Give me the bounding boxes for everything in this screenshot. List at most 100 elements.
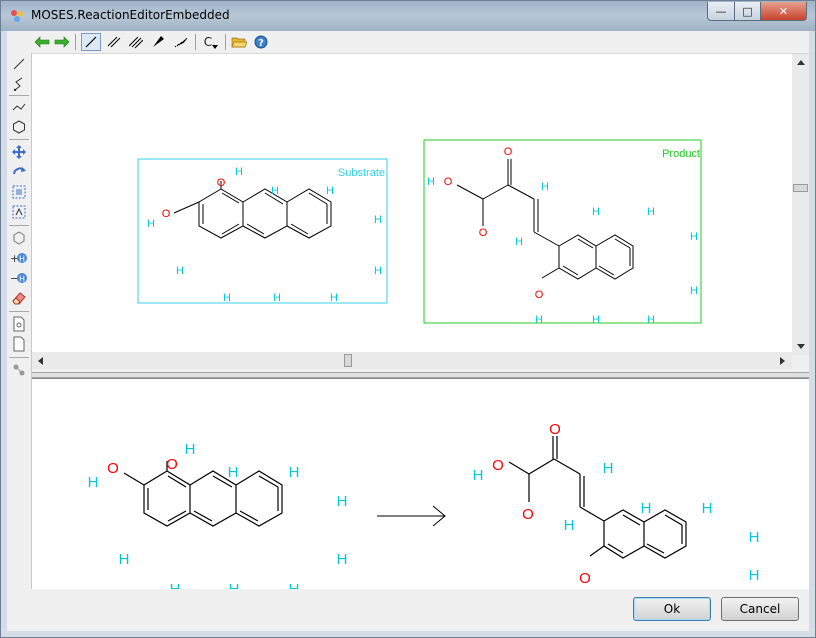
element-selector-label: C: [203, 35, 213, 49]
atom-oxygen: O: [444, 176, 453, 188]
atom-oxygen: O: [162, 208, 171, 220]
preview-atom-hydrogen: H: [228, 464, 239, 481]
atom-hydrogen: H: [427, 176, 435, 188]
redo-arrow-icon[interactable]: [53, 33, 71, 51]
eraser-icon[interactable]: [10, 289, 28, 307]
top-toolbar: C ?: [7, 31, 809, 54]
svg-text:H: H: [19, 275, 25, 284]
tool-separator: [9, 225, 29, 226]
atom-hydrogen: H: [690, 285, 698, 297]
hash-bond-tool-icon[interactable]: [170, 33, 190, 51]
preview-atom-oxygen: O: [166, 456, 178, 473]
tool-separator: [9, 139, 29, 140]
ok-button[interactable]: Ok: [633, 597, 711, 621]
atom-hydrogen: H: [535, 314, 543, 326]
substrate-box: [137, 158, 388, 304]
vertical-scrollbar[interactable]: [792, 54, 809, 355]
tool-separator: [9, 311, 29, 312]
product-box: [423, 139, 702, 324]
atom-hydrogen: H: [271, 185, 279, 197]
atom-hydrogen: H: [592, 314, 600, 326]
preview-product-molecule: [508, 436, 687, 559]
preview-atom-oxygen: O: [549, 421, 561, 438]
atom-map-icon[interactable]: [10, 229, 28, 247]
preview-atom-hydrogen: H: [702, 500, 713, 517]
atom-hydrogen: H: [223, 292, 231, 304]
toolbar-separator: [225, 34, 226, 50]
select-fragment-icon[interactable]: [10, 203, 28, 221]
open-folder-icon[interactable]: [229, 33, 249, 51]
tool-separator: [9, 357, 29, 358]
undo-arrow-icon[interactable]: [33, 33, 51, 51]
blank-page-icon[interactable]: [10, 335, 28, 353]
atom-hydrogen: H: [176, 265, 184, 277]
preview-atom-hydrogen: H: [564, 517, 575, 534]
atom-hydrogen: H: [273, 292, 281, 304]
product-label: Product: [662, 148, 700, 160]
atom-hydrogen: H: [374, 265, 382, 277]
preview-atom-oxygen: O: [522, 506, 534, 523]
preview-atom-hydrogen: H: [749, 529, 760, 546]
atom-oxygen: O: [479, 227, 488, 239]
app-window: MOSES.ReactionEditorEmbedded — □ ✕ C ? +…: [0, 0, 816, 638]
atom-hydrogen: H: [690, 231, 698, 243]
horizontal-scroll-thumb[interactable]: [344, 354, 352, 367]
scroll-left-icon[interactable]: [33, 353, 48, 368]
move-tool-icon[interactable]: [10, 143, 28, 161]
ring-template-icon[interactable]: [10, 118, 28, 136]
preview-atom-hydrogen: H: [473, 467, 484, 484]
toolbar-separator: [195, 34, 196, 50]
atom-hydrogen: H: [647, 206, 655, 218]
atom-hydrogen: H: [592, 206, 600, 218]
preview-atom-oxygen: O: [579, 570, 591, 587]
preview-atom-hydrogen: H: [170, 581, 181, 589]
maximize-button[interactable]: □: [734, 2, 761, 21]
reaction-edit-canvas[interactable]: Substrate Product O H O H H H H H H H H …: [32, 54, 792, 352]
title-bar[interactable]: MOSES.ReactionEditorEmbedded — □ ✕: [1, 1, 815, 31]
preview-atom-hydrogen: H: [603, 460, 614, 477]
preview-atom-hydrogen: H: [337, 551, 348, 568]
wedge-bond-tool-icon[interactable]: [148, 33, 168, 51]
reaction-preview-drawing: O H O H H H H H H H H H: [88, 421, 760, 614]
remove-hydrogen-icon[interactable]: − H: [10, 269, 28, 287]
app-icon: [11, 10, 23, 22]
atom-hydrogen: H: [374, 214, 382, 226]
double-bond-tool-icon[interactable]: [104, 33, 124, 51]
line-tool-icon[interactable]: [10, 55, 28, 73]
atom-oxygen: O: [535, 289, 544, 301]
tool-separator: [9, 95, 29, 96]
chain-tool-icon[interactable]: [10, 75, 28, 93]
atom-properties-icon[interactable]: [10, 361, 28, 379]
reaction-arrow: [377, 505, 446, 527]
add-hydrogen-icon[interactable]: + H: [10, 249, 28, 267]
atom-oxygen: O: [217, 177, 226, 189]
horizontal-scrollbar[interactable]: [32, 352, 792, 369]
single-bond-tool-icon[interactable]: [81, 33, 101, 51]
atom-hydrogen: H: [147, 218, 155, 230]
cancel-button[interactable]: Cancel: [721, 597, 799, 621]
reaction-preview-pane: O H O H H H H H H H H H: [32, 378, 809, 614]
triple-bond-tool-icon[interactable]: [126, 33, 146, 51]
element-selector-dropdown[interactable]: C: [201, 33, 221, 51]
preview-substrate-molecule: [123, 461, 283, 527]
atom-hydrogen: H: [235, 166, 243, 178]
left-tool-strip: + H − H: [7, 53, 32, 631]
scroll-up-icon[interactable]: [793, 55, 808, 70]
select-rectangle-icon[interactable]: [10, 183, 28, 201]
atom-hydrogen: H: [541, 181, 549, 193]
scroll-down-icon[interactable]: [793, 339, 808, 354]
new-page-icon[interactable]: [10, 315, 28, 333]
scroll-right-icon[interactable]: [775, 353, 790, 368]
toolbar-separator: [75, 34, 76, 50]
client-area: C ? + H − H Substrate Product O H O H H …: [7, 31, 809, 631]
substrate-molecule: [173, 181, 332, 239]
minimize-button[interactable]: —: [707, 2, 735, 21]
atom-oxygen: O: [504, 146, 513, 158]
close-button[interactable]: ✕: [760, 2, 807, 21]
dropdown-arrow-icon: [212, 45, 219, 49]
rotate-tool-icon[interactable]: [10, 163, 28, 181]
dialog-button-bar: Ok Cancel: [7, 589, 809, 631]
vertical-scroll-thumb[interactable]: [793, 184, 808, 192]
zigzag-chain-icon[interactable]: [10, 98, 28, 116]
help-icon[interactable]: ?: [251, 33, 271, 51]
